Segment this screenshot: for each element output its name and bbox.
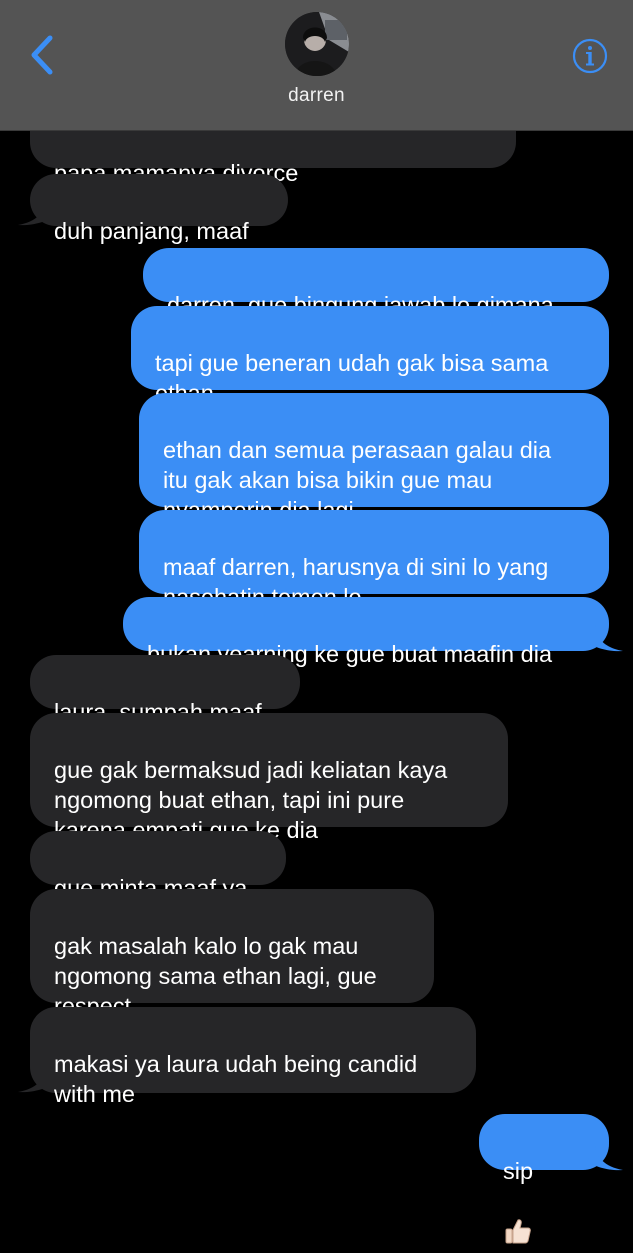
message-bubble-sent[interactable]: bukan yearning ke gue buat maafin dia <box>123 597 609 667</box>
message-bubble-sent[interactable]: ethan dan semua perasaan galau dia itu g… <box>139 393 609 582</box>
message-bubble-received[interactable]: makasi ya laura udah being candid with m… <box>30 1007 476 1107</box>
bubble-tail <box>18 1065 54 1093</box>
bubble-tail <box>587 1143 623 1171</box>
contact-name[interactable]: darren <box>0 85 633 107</box>
message-text: duh panjang, maaf <box>54 218 249 244</box>
message-bubble-received[interactable]: duh panjang, maaf <box>30 174 288 244</box>
chevron-left-icon <box>31 35 53 75</box>
message-bubble-sent[interactable]: tapi gue beneran udah gak bisa sama etha… <box>131 306 609 465</box>
info-circle-icon <box>572 38 608 74</box>
message-bubble-received[interactable]: gue minta maaf ya <box>30 831 286 901</box>
message-bubble-sent[interactable]: maaf darren, harusnya di sini lo yang na… <box>139 510 609 610</box>
message-bubble-received[interactable]: gue gak bermaksud jadi keliatan kaya ngo… <box>30 713 508 843</box>
message-bubble-sent[interactable]: darren, gue bingung jawab lo gimana <box>143 248 609 318</box>
thumbs-up-icon <box>503 1186 533 1253</box>
message-thread: papa mamanya divorce duh panjang, maaf d… <box>0 0 633 1244</box>
message-text: makasi ya laura udah being candid with m… <box>54 1051 418 1107</box>
message-text: sip <box>503 1158 534 1184</box>
message-bubble-received[interactable]: laura, sumpah maaf <box>30 655 300 725</box>
info-button[interactable] <box>571 37 609 75</box>
back-button[interactable] <box>24 32 64 78</box>
bubble-tail <box>587 624 623 652</box>
contact-avatar[interactable] <box>285 12 349 76</box>
message-bubble-received[interactable]: gak masalah kalo lo gak mau ngomong sama… <box>30 889 434 1019</box>
conversation-header: darren <box>0 0 633 131</box>
bubble-tail <box>18 198 54 226</box>
